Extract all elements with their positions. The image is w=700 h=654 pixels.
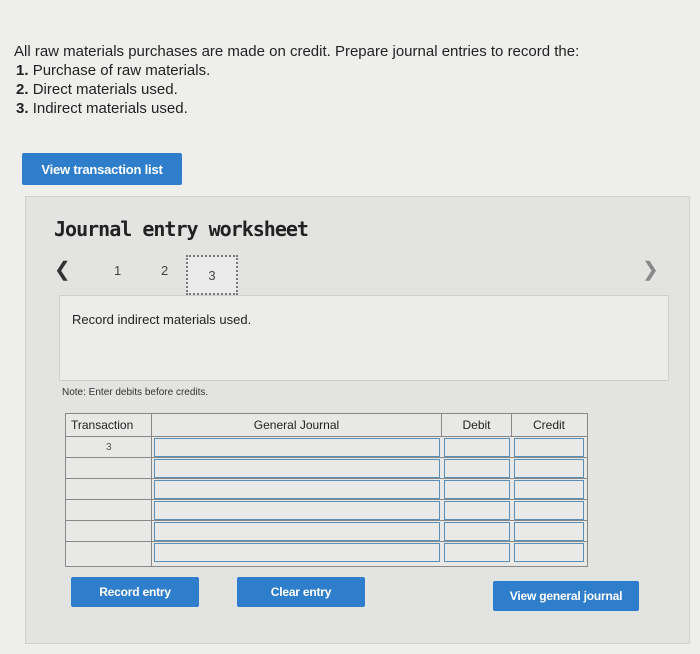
table-row <box>66 541 587 562</box>
prompt-box: Record indirect materials used. <box>59 295 669 381</box>
header-transaction: Transaction <box>66 414 152 436</box>
general-journal-input[interactable] <box>154 438 440 457</box>
debit-input[interactable] <box>444 438 510 457</box>
table-row <box>66 499 587 520</box>
note-text: Note: Enter debits before credits. <box>62 387 209 398</box>
page-tab-2[interactable]: 2 <box>161 263 168 278</box>
view-general-journal-button[interactable]: View general journal <box>493 581 639 611</box>
page-tab-3-active[interactable]: 3 <box>186 255 238 295</box>
worksheet-title: Journal entry worksheet <box>54 217 309 241</box>
chevron-right-icon[interactable]: ❯ <box>642 257 659 282</box>
instruction-text: Direct materials used. <box>32 81 178 98</box>
debit-input[interactable] <box>444 459 510 478</box>
general-journal-input[interactable] <box>154 522 440 541</box>
page-tab-1[interactable]: 1 <box>114 263 121 278</box>
credit-input[interactable] <box>514 459 584 478</box>
instructions-intro: All raw materials purchases are made on … <box>14 43 580 60</box>
debit-input[interactable] <box>444 522 510 541</box>
instruction-num: 1. <box>16 62 29 79</box>
general-journal-input[interactable] <box>154 543 440 562</box>
journal-table: Transaction General Journal Debit Credit… <box>65 413 588 567</box>
credit-input[interactable] <box>514 543 584 562</box>
instructions-list: 1. Purchase of raw materials. 2. Direct … <box>14 61 579 118</box>
instruction-item: 2. Direct materials used. <box>14 80 579 99</box>
debit-input[interactable] <box>444 480 510 499</box>
credit-input[interactable] <box>514 501 584 520</box>
credit-input[interactable] <box>514 438 584 457</box>
instruction-item: 3. Indirect materials used. <box>14 99 579 118</box>
credit-input[interactable] <box>514 480 584 499</box>
header-credit: Credit <box>532 418 565 432</box>
table-row <box>66 520 587 541</box>
general-journal-input[interactable] <box>154 501 440 520</box>
general-journal-input[interactable] <box>154 480 440 499</box>
instruction-item: 1. Purchase of raw materials. <box>14 61 579 80</box>
instructions: All raw materials purchases are made on … <box>14 42 579 118</box>
clear-entry-button[interactable]: Clear entry <box>237 577 365 607</box>
record-entry-button[interactable]: Record entry <box>71 577 199 607</box>
table-row <box>66 478 587 499</box>
debit-input[interactable] <box>444 501 510 520</box>
debit-input[interactable] <box>444 543 510 562</box>
table-row <box>66 436 587 457</box>
general-journal-input[interactable] <box>154 459 440 478</box>
table-row <box>66 457 587 478</box>
prompt-text: Record indirect materials used. <box>72 312 252 327</box>
journal-entry-worksheet: Journal entry worksheet ❮ 1 2 3 ❯ Record… <box>25 196 690 644</box>
instruction-text: Purchase of raw materials. <box>32 62 211 79</box>
credit-input[interactable] <box>514 522 584 541</box>
instruction-num: 2. <box>16 81 29 98</box>
chevron-left-icon[interactable]: ❮ <box>54 257 71 282</box>
instruction-num: 3. <box>16 100 29 117</box>
view-transaction-list-button[interactable]: View transaction list <box>22 153 182 185</box>
header-debit: Debit <box>442 414 512 436</box>
header-general-journal: General Journal <box>152 414 442 436</box>
instruction-text: Indirect materials used. <box>32 100 188 117</box>
